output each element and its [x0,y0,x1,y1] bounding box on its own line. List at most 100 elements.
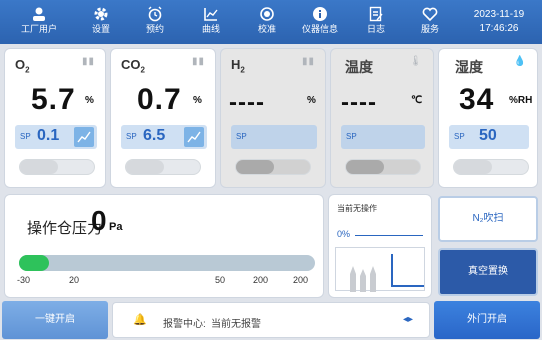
humidity-toggle[interactable] [453,159,529,175]
nav-factory-user[interactable]: 工厂用户 [12,0,66,44]
h2-card[interactable]: H2 ▮▮ ---- % SP [220,48,326,188]
nav-label: 日志 [366,24,385,34]
nav-calibrate[interactable]: 校准 [240,0,294,44]
one-key-open-button[interactable]: 一键开启 [2,301,108,339]
o2-unit: % [85,95,94,106]
toggle-knob [20,160,58,174]
bell-icon: 🔔 [133,314,147,326]
operation-panel: 当前无操作 0% [328,194,432,298]
alarm-status-text: 当前无报警 [211,319,261,330]
tick-label: 200 [253,275,269,285]
glove-box-illustration [335,247,425,292]
expand-arrows-icon[interactable]: ◂▸ [403,314,413,325]
nav-log[interactable]: 日志 [349,0,403,44]
sp-label: SP [454,132,465,141]
gas-cylinder-icon: ▮▮ [191,56,205,67]
thermometer-icon: 🌡 [409,56,423,67]
nav-label: 设置 [91,24,110,34]
sp-label: SP [236,132,247,141]
temperature-label: 温度 [345,59,373,75]
nav-label: 曲线 [201,24,220,34]
nav-service[interactable]: 服务 [403,0,457,44]
outer-door-open-button[interactable]: 外门开启 [434,301,540,339]
toggle-knob [346,160,384,174]
nav-label: 校准 [257,24,276,34]
tick-label: 200 [293,275,309,285]
pressure-value: 0 [91,205,107,236]
alarm-center[interactable]: 🔔 报警中心: 当前无报警 ◂▸ [112,302,430,338]
humidity-value: 34 [459,83,495,116]
user-icon [33,7,45,21]
co2-toggle[interactable] [125,159,201,175]
nav-curve[interactable]: 曲线 [184,0,238,44]
humidity-label: 湿度 [455,59,483,75]
vacuum-replace-button[interactable]: 真空置换 [438,248,538,296]
tick-label: 50 [215,275,226,285]
toggle-knob [126,160,164,174]
humidity-unit: %RH [509,95,533,106]
service-icon [422,7,438,22]
operation-progress-line [355,235,423,236]
operation-percent: 0% [337,229,351,239]
n2-purge-button[interactable]: N₂吹扫 [438,196,538,242]
h2-setpoint[interactable]: SP [231,125,317,149]
gas-cylinder-icon: ▮▮ [81,56,95,67]
h2-unit: % [307,95,316,106]
gas-name: O2 [15,57,30,75]
co2-value: 0.7 [137,83,182,116]
datetime-display: 2023-11-19 17:46:26 [462,8,536,36]
gas-cylinder-icon: ▮▮ [301,56,315,67]
nav-schedule[interactable]: 预约 [128,0,182,44]
info-icon [313,7,327,21]
humidity-setpoint[interactable]: SP 50 [449,125,529,149]
pressure-bar-fill [19,255,49,271]
pressure-bar [19,255,315,271]
trend-icon[interactable] [184,127,204,147]
o2-card[interactable]: O2 ▮▮ 5.7 % SP 0.1 [4,48,106,188]
gas-name: CO2 [121,57,145,75]
chart-icon [204,8,218,21]
nav-label: 仪器信息 [301,24,338,34]
nav-settings[interactable]: 设置 [74,0,128,44]
humidity-card[interactable]: 湿度 💧 34 %RH SP 50 [438,48,538,188]
sp-value: 0.1 [37,127,60,144]
nav-label: 预约 [145,24,164,34]
co2-setpoint[interactable]: SP 6.5 [121,125,207,149]
sp-value: 6.5 [143,127,166,144]
o2-setpoint[interactable]: SP 0.1 [15,125,97,149]
sp-label: SP [126,132,137,141]
temperature-setpoint[interactable]: SP [341,125,425,149]
operation-status: 当前无操作 [337,204,377,213]
o2-toggle[interactable] [19,159,95,175]
time-text: 17:46:26 [479,23,519,34]
co2-card[interactable]: CO2 ▮▮ 0.7 % SP 6.5 [110,48,216,188]
co2-unit: % [193,95,202,106]
gas-name: H2 [231,57,245,75]
date-text: 2023-11-19 [473,9,525,20]
toggle-knob [236,160,274,174]
temperature-toggle[interactable] [345,159,421,175]
alarm-clock-icon [148,6,162,22]
toggle-knob [454,160,492,174]
top-nav-bar: 工厂用户 设置 预约 曲线 校准 仪器信息 日志 服务 2023-11-19 1… [0,0,542,44]
log-icon [369,6,383,22]
h2-value: ---- [229,89,265,116]
sp-label: SP [20,132,31,141]
droplet-icon: 💧 [513,56,527,67]
h2-toggle[interactable] [235,159,311,175]
target-icon [260,7,274,21]
pressure-unit: Pa [109,221,123,233]
trend-icon[interactable] [74,127,94,147]
tick-label: -30 [17,275,31,285]
sp-value: 50 [479,127,497,144]
temperature-unit: ℃ [411,95,423,106]
sp-label: SP [346,132,357,141]
nav-label: 工厂用户 [20,24,57,34]
nav-instrument-info[interactable]: 仪器信息 [293,0,347,44]
nav-label: 服务 [420,24,439,34]
o2-value: 5.7 [31,83,76,116]
temperature-card[interactable]: 温度 🌡 ---- ℃ SP [330,48,434,188]
tick-label: 20 [69,275,80,285]
gear-icon [94,7,108,21]
alarm-center-label: 报警中心: [163,319,206,330]
